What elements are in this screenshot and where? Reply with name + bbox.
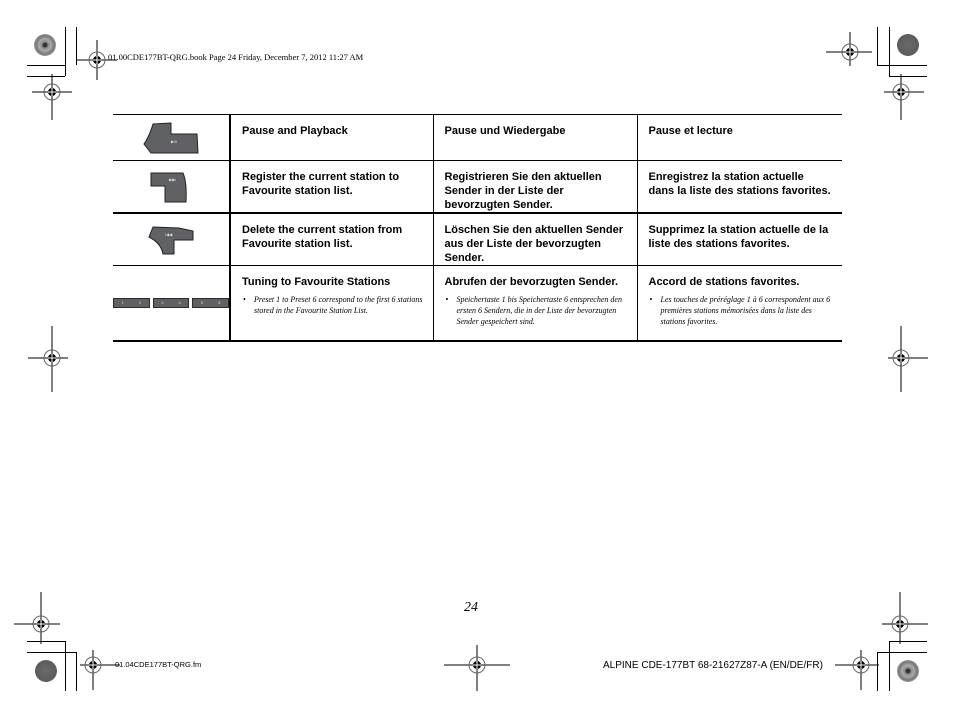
note-en: • Preset 1 to Preset 6 correspond to the … [242,294,423,316]
cell-fr: Enregistrez la station actuelle dans la … [637,161,842,214]
footer-file-name: 01.04CDE177BT-QRG.fm [115,660,202,669]
description-fr: Enregistrez la station actuelle dans la … [648,171,831,197]
crop-mark [65,641,66,691]
preset-key: 56 [192,297,230,308]
table-row: I◀◀ Delete the current station from Favo… [113,213,842,266]
description-en: Delete the current station from Favourit… [242,224,403,250]
description-de: Pause und Wiedergabe [444,125,566,137]
button-illustration-cell: 12 34 56 [113,265,231,341]
crop-mark [889,27,890,76]
bullet: • [243,295,246,304]
crop-mark [877,652,927,653]
button-illustration-cell: I◀◀ [113,213,231,266]
cell-de: Pause und Wiedergabe [433,114,638,161]
cell-fr: Supprimez la station actuelle de la list… [637,213,842,266]
page-number: 24 [464,600,478,615]
button-label: ▶▶I [169,177,176,182]
cell-fr: Accord de stations favorites. • Les touch… [637,266,842,341]
description-fr: Pause et lecture [648,125,733,137]
description-de: Löschen Sie den aktuellen Sender aus der… [444,224,624,264]
crop-mark [889,641,890,691]
crop-mark [27,652,77,653]
description-en: Tuning to Favourite Stations [242,276,391,288]
description-fr: Accord de stations favorites. [648,276,800,288]
bullet: • [649,295,653,304]
note-de: • Speichertaste 1 bis Speichertaste 6 ent… [445,294,627,327]
registration-target-icon [32,74,72,120]
cell-en: Delete the current station from Favourit… [230,213,434,266]
previous-track-button-icon: I◀◀ [148,225,194,254]
button-label: I◀◀ [165,232,173,237]
cell-de: Abrufen der bevorzugten Sender. • Speiche… [433,265,638,341]
crop-mark [877,65,927,66]
table-row: 12 34 56 Tuning to Favourite Stations • P… [113,265,842,341]
color-calibration-disc [897,660,919,682]
footer-product-code: ALPINE CDE-177BT 68-21627Z87-A (EN/DE/FR… [603,660,823,671]
registration-target-icon [888,326,928,392]
file-info-header: 01.00CDE177BT-QRG.book Page 24 Friday, D… [108,52,364,62]
button-illustration-cell: ▶/II [113,114,231,161]
preset-key: 34 [152,297,190,308]
registration-target-icon [882,592,928,644]
registration-target-icon [80,650,120,690]
pause-play-button-icon: ▶/II [143,121,199,153]
preset-keys-icon: 12 34 56 [113,297,230,308]
crop-mark [76,652,77,691]
registration-target-icon [28,326,68,392]
registration-target-icon [444,645,510,691]
registration-target-icon [835,650,879,690]
description-en: Register the current station to Favourit… [242,171,400,197]
registration-target-icon [14,592,60,644]
color-calibration-disc [34,34,56,56]
next-track-button-icon: ▶▶I [150,172,187,202]
button-label: ▶/II [171,139,177,144]
function-table: ▶/II Pause and Playback Pause und Wieder… [113,114,842,342]
preset-number: 1 [121,300,124,306]
button-illustration-cell: ▶▶I [113,160,231,213]
table-row: ▶▶I Register the current station to Favo… [113,160,842,214]
cell-fr: Pause et lecture [637,115,842,161]
crop-mark [65,27,66,76]
note-fr: • Les touches de préréglage 1 à 6 corresp… [649,294,833,327]
preset-number: 6 [218,300,221,306]
color-calibration-disc [35,660,57,682]
description-en: Pause and Playback [242,125,348,137]
cell-en: Tuning to Favourite Stations • Preset 1 t… [230,265,434,341]
registration-target-icon [884,74,924,120]
preset-number: 2 [138,300,142,306]
cell-de: Registrieren Sie den aktuellen Sender in… [433,160,638,213]
table-row: ▶/II Pause and Playback Pause und Wieder… [113,114,842,161]
description-fr: Supprimez la station actuelle de la list… [648,224,829,250]
preset-number: 3 [161,300,164,306]
description-de: Abrufen der bevorzugten Sender. [444,276,619,288]
preset-number: 4 [178,300,181,306]
preset-number: 5 [200,300,204,306]
crop-mark [877,27,878,65]
note-text: Speichertaste 1 bis Speichertaste 6 ents… [456,295,622,326]
description-de: Registrieren Sie den aktuellen Sender in… [444,171,602,211]
registration-target-icon [826,32,872,66]
color-calibration-disc [897,34,919,56]
cell-de: Löschen Sie den aktuellen Sender aus der… [433,213,638,266]
note-text: Les touches de préréglage 1 à 6 correspo… [660,295,831,326]
bullet: • [445,295,449,304]
note-text: Preset 1 to Preset 6 correspond to the f… [254,295,423,315]
preset-key: 12 [113,297,150,308]
cell-en: Pause and Playback [230,114,434,161]
cell-en: Register the current station to Favourit… [230,160,434,213]
crop-mark [27,65,65,66]
